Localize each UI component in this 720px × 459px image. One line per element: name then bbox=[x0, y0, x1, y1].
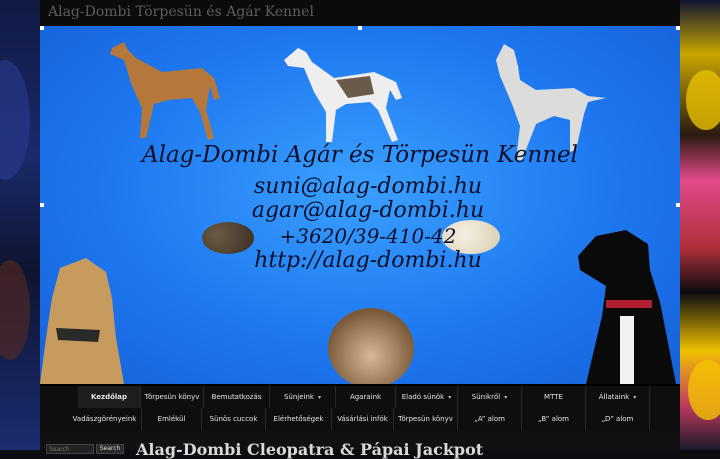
nav-item-torpesun-konyv[interactable]: Törpesün könyv bbox=[141, 386, 204, 408]
search-button[interactable]: Search bbox=[96, 444, 124, 454]
main-navigation-row-1: Kezdőlap Törpesün könyv Bemutatkozás Sün… bbox=[40, 386, 680, 408]
greyhound-white-image bbox=[284, 48, 402, 142]
hedgehog-center-image bbox=[328, 308, 414, 384]
nav-item-d-alom[interactable]: „D” alom bbox=[586, 408, 650, 430]
nav-item-sunjeink[interactable]: Sünjeink ▾ bbox=[270, 386, 336, 408]
resize-handle bbox=[676, 26, 680, 30]
banner-phone: +3620/39-410-42 bbox=[279, 224, 457, 248]
nav-item-mtte[interactable]: MTTE bbox=[522, 386, 586, 408]
nav-item-torpesun-konyv-2[interactable]: Törpesün könyv bbox=[394, 408, 458, 430]
nav-item-elerhetosegek[interactable]: Elérhetőségek bbox=[266, 408, 332, 430]
chevron-down-icon: ▾ bbox=[448, 394, 452, 401]
header-banner: Alag-Dombi Agár és Törpesün Kennel suni@… bbox=[40, 26, 680, 384]
search-input[interactable] bbox=[46, 444, 94, 454]
nav-item-vadaszgorenyeink[interactable]: Vadászgörényeink bbox=[68, 408, 142, 430]
resize-handle bbox=[40, 26, 44, 30]
nav-item-emlekul[interactable]: Emlékül bbox=[142, 408, 202, 430]
right-background bbox=[680, 0, 720, 450]
nav-item-sunos-cuccok[interactable]: Sünös cuccok bbox=[202, 408, 266, 430]
nav-item-vasarlasi-infok[interactable]: Vásárlási infók bbox=[332, 408, 394, 430]
greyhound-fawn-portrait-image bbox=[40, 258, 124, 384]
nav-item-allataink[interactable]: Állataink ▾ bbox=[586, 386, 650, 408]
banner-url: http://alag-dombi.hu bbox=[254, 248, 482, 273]
left-background bbox=[0, 0, 40, 450]
nav-item-bemutatkozas[interactable]: Bemutatkozás bbox=[204, 386, 270, 408]
nav-item-kezdolap[interactable]: Kezdőlap bbox=[78, 386, 141, 408]
nav-item-a-alom[interactable]: „A” alom bbox=[458, 408, 522, 430]
nav-item-agaraink[interactable]: Agaraink bbox=[336, 386, 396, 408]
nav-item-elado-sunok[interactable]: Eladó sünök ▾ bbox=[396, 386, 458, 408]
banner-kennel-title: Alag-Dombi Agár és Törpesün Kennel bbox=[142, 142, 578, 168]
resize-handle bbox=[40, 203, 44, 207]
page-wrapper: Alag-Dombi Törpesün és Agár Kennel Alag-… bbox=[40, 0, 680, 459]
content-area: Search Alag-Dombi Cleopatra & Pápai Jack… bbox=[40, 430, 680, 459]
chevron-down-icon: ▾ bbox=[318, 394, 322, 401]
main-navigation-row-2: Vadászgörényeink Emlékül Sünös cuccok El… bbox=[40, 408, 680, 430]
chevron-down-icon: ▾ bbox=[504, 394, 508, 401]
site-title[interactable]: Alag-Dombi Törpesün és Agár Kennel bbox=[48, 4, 314, 20]
nav-item-sunikrol[interactable]: Sünikről ▾ bbox=[458, 386, 522, 408]
banner-email-agar: agar@alag-dombi.hu bbox=[251, 198, 485, 223]
nav-item-b-alom[interactable]: „B” alom bbox=[522, 408, 586, 430]
site-header: Alag-Dombi Törpesün és Agár Kennel bbox=[40, 0, 680, 26]
banner-email-suni: suni@alag-dombi.hu bbox=[253, 174, 483, 199]
chevron-down-icon: ▾ bbox=[633, 394, 637, 401]
resize-handle bbox=[358, 26, 362, 30]
greyhound-brown-image bbox=[110, 42, 220, 140]
